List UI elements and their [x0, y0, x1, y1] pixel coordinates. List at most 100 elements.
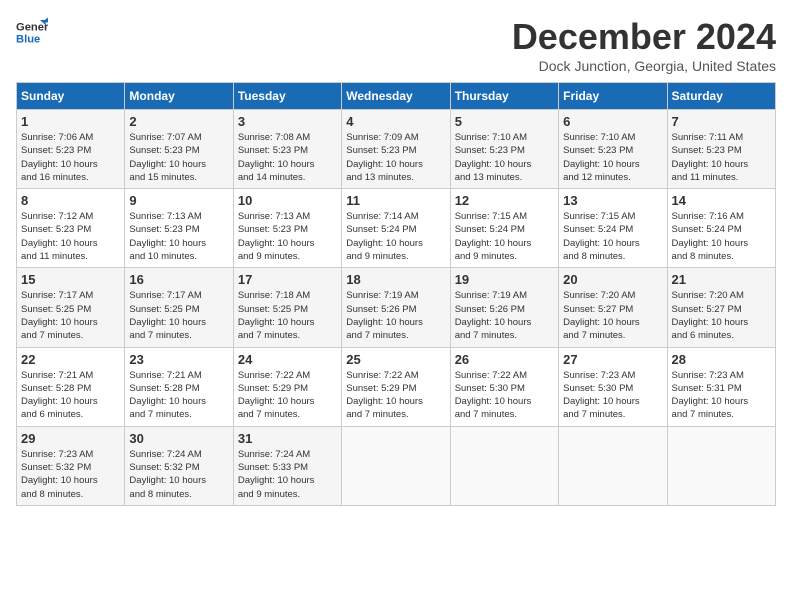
day-number: 15: [21, 272, 120, 287]
week-row-5: 29Sunrise: 7:23 AM Sunset: 5:32 PM Dayli…: [17, 426, 776, 505]
day-cell: 20 Sunrise: 7:20 AM Sunset: 5:27 PM Dayli…: [559, 268, 667, 347]
day-info: Sunrise: 7:22 AM Sunset: 5:29 PM Dayligh…: [238, 369, 337, 422]
day-info: Sunrise: 7:06 AM Sunset: 5:23 PM Dayligh…: [21, 131, 120, 184]
day-info: Sunrise: 7:17 AM Sunset: 5:25 PM Dayligh…: [129, 289, 228, 342]
day-info: Sunrise: 7:23 AM Sunset: 5:31 PM Dayligh…: [672, 369, 771, 422]
header-row: SundayMondayTuesdayWednesdayThursdayFrid…: [17, 83, 776, 110]
day-cell: 10 Sunrise: 7:13 AM Sunset: 5:23 PM Dayli…: [233, 189, 341, 268]
day-cell: 3 Sunrise: 7:08 AM Sunset: 5:23 PM Daylig…: [233, 110, 341, 189]
day-info: Sunrise: 7:19 AM Sunset: 5:26 PM Dayligh…: [455, 289, 554, 342]
day-info: Sunrise: 7:24 AM Sunset: 5:32 PM Dayligh…: [129, 448, 228, 501]
day-cell: 17Sunrise: 7:18 AM Sunset: 5:25 PM Dayli…: [233, 268, 341, 347]
day-info: Sunrise: 7:20 AM Sunset: 5:27 PM Dayligh…: [563, 289, 662, 342]
svg-text:General: General: [16, 21, 48, 33]
day-header-wednesday: Wednesday: [342, 83, 450, 110]
day-number: 5: [455, 114, 554, 129]
day-number: 7: [672, 114, 771, 129]
day-cell: 4Sunrise: 7:09 AM Sunset: 5:23 PM Daylig…: [342, 110, 450, 189]
day-info: Sunrise: 7:13 AM Sunset: 5:23 PM Dayligh…: [238, 210, 337, 263]
day-number: 16: [129, 272, 228, 287]
day-cell: 16 Sunrise: 7:17 AM Sunset: 5:25 PM Dayli…: [125, 268, 233, 347]
day-info: Sunrise: 7:21 AM Sunset: 5:28 PM Dayligh…: [129, 369, 228, 422]
day-cell: 5 Sunrise: 7:10 AM Sunset: 5:23 PM Daylig…: [450, 110, 558, 189]
day-number: 9: [129, 193, 228, 208]
calendar-table: SundayMondayTuesdayWednesdayThursdayFrid…: [16, 82, 776, 506]
day-number: 13: [563, 193, 662, 208]
day-number: 4: [346, 114, 445, 129]
day-cell: 6Sunrise: 7:10 AM Sunset: 5:23 PM Daylig…: [559, 110, 667, 189]
day-cell: 19 Sunrise: 7:19 AM Sunset: 5:26 PM Dayli…: [450, 268, 558, 347]
day-number: 23: [129, 352, 228, 367]
day-cell: 31 Sunrise: 7:24 AM Sunset: 5:33 PM Dayli…: [233, 426, 341, 505]
day-info: Sunrise: 7:23 AM Sunset: 5:30 PM Dayligh…: [563, 369, 662, 422]
day-number: 2: [129, 114, 228, 129]
week-row-3: 15 Sunrise: 7:17 AM Sunset: 5:25 PM Dayli…: [17, 268, 776, 347]
day-cell: 9 Sunrise: 7:13 AM Sunset: 5:23 PM Daylig…: [125, 189, 233, 268]
day-info: Sunrise: 7:24 AM Sunset: 5:33 PM Dayligh…: [238, 448, 337, 501]
day-cell: 15Sunrise: 7:17 AM Sunset: 5:25 PM Dayli…: [17, 268, 125, 347]
day-number: 10: [238, 193, 337, 208]
day-cell: 25 Sunrise: 7:22 AM Sunset: 5:29 PM Dayli…: [342, 347, 450, 426]
day-cell: 27 Sunrise: 7:23 AM Sunset: 5:30 PM Dayli…: [559, 347, 667, 426]
day-info: Sunrise: 7:11 AM Sunset: 5:23 PM Dayligh…: [672, 131, 771, 184]
day-cell: [342, 426, 450, 505]
day-number: 30: [129, 431, 228, 446]
day-number: 19: [455, 272, 554, 287]
day-cell: 7 Sunrise: 7:11 AM Sunset: 5:23 PM Daylig…: [667, 110, 775, 189]
day-header-friday: Friday: [559, 83, 667, 110]
day-header-thursday: Thursday: [450, 83, 558, 110]
day-header-sunday: Sunday: [17, 83, 125, 110]
day-number: 20: [563, 272, 662, 287]
day-number: 6: [563, 114, 662, 129]
day-info: Sunrise: 7:22 AM Sunset: 5:29 PM Dayligh…: [346, 369, 445, 422]
week-row-1: 1 Sunrise: 7:06 AM Sunset: 5:23 PM Daylig…: [17, 110, 776, 189]
day-cell: 1 Sunrise: 7:06 AM Sunset: 5:23 PM Daylig…: [17, 110, 125, 189]
day-info: Sunrise: 7:19 AM Sunset: 5:26 PM Dayligh…: [346, 289, 445, 342]
day-cell: 24 Sunrise: 7:22 AM Sunset: 5:29 PM Dayli…: [233, 347, 341, 426]
day-cell: [450, 426, 558, 505]
day-number: 26: [455, 352, 554, 367]
day-number: 21: [672, 272, 771, 287]
day-number: 1: [21, 114, 120, 129]
day-number: 14: [672, 193, 771, 208]
day-number: 3: [238, 114, 337, 129]
logo-icon: General Blue: [16, 16, 48, 48]
day-info: Sunrise: 7:20 AM Sunset: 5:27 PM Dayligh…: [672, 289, 771, 342]
day-cell: 2Sunrise: 7:07 AM Sunset: 5:23 PM Daylig…: [125, 110, 233, 189]
day-info: Sunrise: 7:08 AM Sunset: 5:23 PM Dayligh…: [238, 131, 337, 184]
day-info: Sunrise: 7:14 AM Sunset: 5:24 PM Dayligh…: [346, 210, 445, 263]
calendar-subtitle: Dock Junction, Georgia, United States: [512, 58, 776, 74]
day-cell: 26 Sunrise: 7:22 AM Sunset: 5:30 PM Dayli…: [450, 347, 558, 426]
day-cell: [667, 426, 775, 505]
day-number: 27: [563, 352, 662, 367]
day-number: 28: [672, 352, 771, 367]
day-info: Sunrise: 7:10 AM Sunset: 5:23 PM Dayligh…: [455, 131, 554, 184]
day-cell: 23 Sunrise: 7:21 AM Sunset: 5:28 PM Dayli…: [125, 347, 233, 426]
day-cell: 14 Sunrise: 7:16 AM Sunset: 5:24 PM Dayli…: [667, 189, 775, 268]
week-row-4: 22Sunrise: 7:21 AM Sunset: 5:28 PM Dayli…: [17, 347, 776, 426]
day-number: 8: [21, 193, 120, 208]
day-info: Sunrise: 7:13 AM Sunset: 5:23 PM Dayligh…: [129, 210, 228, 263]
day-number: 31: [238, 431, 337, 446]
day-number: 25: [346, 352, 445, 367]
header: General Blue December 2024 Dock Junction…: [16, 16, 776, 74]
day-info: Sunrise: 7:22 AM Sunset: 5:30 PM Dayligh…: [455, 369, 554, 422]
day-number: 24: [238, 352, 337, 367]
day-info: Sunrise: 7:15 AM Sunset: 5:24 PM Dayligh…: [563, 210, 662, 263]
day-info: Sunrise: 7:15 AM Sunset: 5:24 PM Dayligh…: [455, 210, 554, 263]
day-cell: 30 Sunrise: 7:24 AM Sunset: 5:32 PM Dayli…: [125, 426, 233, 505]
calendar-title: December 2024: [512, 16, 776, 58]
day-cell: [559, 426, 667, 505]
day-cell: 18 Sunrise: 7:19 AM Sunset: 5:26 PM Dayli…: [342, 268, 450, 347]
day-cell: 22Sunrise: 7:21 AM Sunset: 5:28 PM Dayli…: [17, 347, 125, 426]
day-cell: 12Sunrise: 7:15 AM Sunset: 5:24 PM Dayli…: [450, 189, 558, 268]
day-info: Sunrise: 7:12 AM Sunset: 5:23 PM Dayligh…: [21, 210, 120, 263]
day-header-tuesday: Tuesday: [233, 83, 341, 110]
day-info: Sunrise: 7:16 AM Sunset: 5:24 PM Dayligh…: [672, 210, 771, 263]
day-number: 18: [346, 272, 445, 287]
day-cell: 21 Sunrise: 7:20 AM Sunset: 5:27 PM Dayli…: [667, 268, 775, 347]
logo: General Blue: [16, 16, 48, 48]
day-cell: 28 Sunrise: 7:23 AM Sunset: 5:31 PM Dayli…: [667, 347, 775, 426]
day-cell: 11Sunrise: 7:14 AM Sunset: 5:24 PM Dayli…: [342, 189, 450, 268]
day-number: 17: [238, 272, 337, 287]
